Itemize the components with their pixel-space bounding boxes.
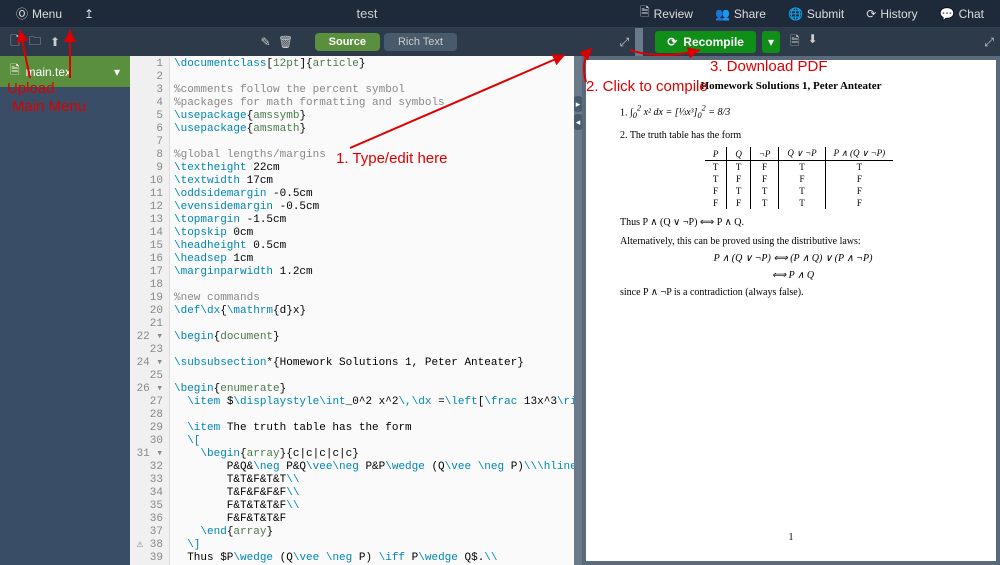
upload-icon: ⬆ [50,35,60,49]
pdf-item-2: 2. The truth table has the form PQ¬PQ ∨ … [616,130,966,298]
file-icon: 🗎 [10,61,20,82]
share-icon: 👥 [715,7,730,21]
expand-pdf-button[interactable]: ⤢ [978,35,1000,50]
chevron-down-icon: ▾ [114,65,120,79]
code-editor[interactable]: 12345678910111213141516171819202122 ▾232… [130,56,574,565]
history-icon: ⟳ [866,7,876,21]
line-gutter: 12345678910111213141516171819202122 ▾232… [130,56,170,565]
pane-divider[interactable]: ▸ ◂ [574,56,582,565]
menu-button[interactable]: Ⓞ Menu [8,1,70,26]
toolbar: 🗋 🗀 ⬆ ✎ 🗑 Source Rich Text ⤢ ⟳ Recompile… [0,28,1000,56]
file-tree: 🗎 main.tex ▾ [0,56,130,565]
menu-label: Menu [32,7,62,21]
upload-button[interactable]: ⬆ [46,33,64,51]
source-tab[interactable]: Source [315,33,380,51]
chat-button[interactable]: 💬Chat [932,3,992,25]
new-file-button[interactable]: 🗋 [6,33,24,51]
review-icon: 🗎 [640,3,650,24]
recompile-button[interactable]: ⟳ Recompile [655,31,756,53]
share-button[interactable]: 👥Share [707,3,774,25]
rename-button[interactable]: ✎ [257,33,275,51]
recompile-dropdown[interactable]: ▾ [762,31,780,53]
submit-button[interactable]: 🌐Submit [780,3,852,25]
richtext-tab[interactable]: Rich Text [384,33,457,51]
file-icon: 🗋 [10,32,20,53]
project-title[interactable]: test [357,6,378,21]
up-button[interactable]: ↥ [76,3,102,25]
file-name: main.tex [26,65,71,79]
code-content[interactable]: \documentclass[12pt]{article} %comments … [170,56,574,565]
delete-button[interactable]: 🗑 [277,33,295,51]
main-area: 🗎 main.tex ▾ 123456789101112131415161718… [0,56,1000,565]
top-bar: Ⓞ Menu ↥ test 🗎Review 👥Share 🌐Submit ⟳Hi… [0,0,1000,28]
new-folder-button[interactable]: 🗀 [26,33,44,51]
refresh-icon: ⟳ [667,35,677,49]
overleaf-icon: Ⓞ [16,5,28,22]
pencil-icon: ✎ [261,35,271,49]
file-main-tex[interactable]: 🗎 main.tex ▾ [0,56,130,87]
chat-icon: 💬 [940,7,955,21]
trash-icon: 🗑 [278,35,293,49]
chevron-down-icon: ▾ [768,35,774,49]
pdf-truth-table: PQ¬PQ ∨ ¬PP ∧ (Q ∨ ¬P)TTFTTTFFFFFTTTFFFT… [705,147,893,209]
download-pdf-button[interactable]: ⬇ [808,32,818,53]
review-button[interactable]: 🗎Review [632,0,701,28]
history-button[interactable]: ⟳History [858,3,925,25]
pdf-item-1: 1. ∫02 x² dx = [⅓x³]02 = 8/3 [616,104,966,120]
logs-button[interactable]: 🗎 [790,32,800,53]
submit-icon: 🌐 [788,7,803,21]
pdf-page-number: 1 [789,532,794,543]
expand-editor-button[interactable]: ⤢ [614,35,636,50]
pdf-page: Homework Solutions 1, Peter Anteater 1. … [586,60,996,561]
folder-icon: 🗀 [29,32,41,53]
pdf-viewer[interactable]: Homework Solutions 1, Peter Anteater 1. … [582,56,1000,565]
up-icon: ↥ [84,7,94,21]
pdf-title: Homework Solutions 1, Peter Anteater [616,80,966,92]
